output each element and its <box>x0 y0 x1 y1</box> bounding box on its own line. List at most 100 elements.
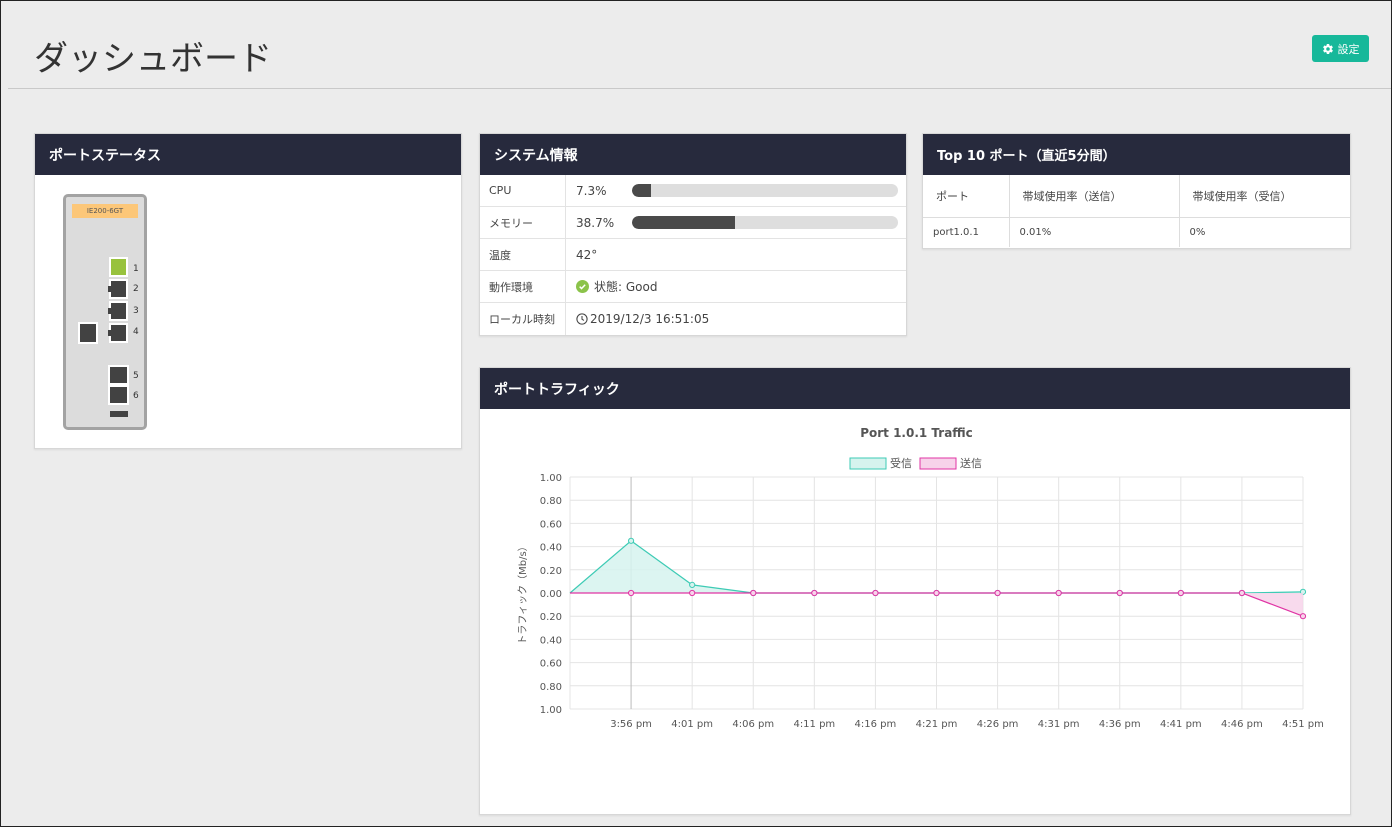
settings-button[interactable]: 設定 <box>1312 35 1369 62</box>
port-num-1: 1 <box>133 264 139 274</box>
data-point <box>811 589 818 597</box>
traffic-panel: ポートトラフィック Port 1.0.1 Traffic 受信 送信 1.00 0.80… <box>479 367 1351 815</box>
sys-row-env: 動作環境 状態: Good <box>480 271 906 303</box>
traffic-chart: Port 1.0.1 Traffic 受信 送信 1.00 0.80 0.60 0.40 0.… <box>517 426 1324 730</box>
port-1[interactable] <box>109 257 128 277</box>
port-6[interactable] <box>108 385 129 405</box>
sys-row-temp: 温度 42° <box>480 239 906 271</box>
y-tick-label: 0.20 <box>540 566 562 577</box>
port-4[interactable] <box>108 323 128 343</box>
y-tick-label: 0.60 <box>540 659 562 670</box>
y-tick-label: 1.00 <box>540 473 562 484</box>
port-5[interactable] <box>108 365 129 385</box>
sys-value: 7.3% <box>576 183 607 198</box>
sys-key: メモリー <box>480 207 566 238</box>
x-tick-label: 4:46 pm <box>1221 719 1263 730</box>
table-cell: 0.01% <box>1009 217 1180 247</box>
data-point <box>1116 589 1123 597</box>
chart-title: Port 1.0.1 Traffic <box>860 426 973 440</box>
data-point <box>750 589 757 597</box>
y-tick-label: 0.60 <box>540 519 562 530</box>
gear-icon <box>1322 43 1333 54</box>
x-tick-label: 4:26 pm <box>977 719 1019 730</box>
legend-label: 受信 <box>890 457 912 470</box>
data-point <box>689 589 696 597</box>
y-tick-label: 0.80 <box>540 496 562 507</box>
top-ports-table: ポート 帯域使用率（送信） 帯域使用率（受信） port1.0.1 0.01% … <box>923 175 1350 247</box>
port-status-panel: ポートステータス IE200-6GT 1 2 3 4 5 6 <box>34 133 462 449</box>
legend-swatch <box>919 457 957 470</box>
port-num-2: 2 <box>133 284 139 294</box>
x-tick-label: 4:06 pm <box>732 719 774 730</box>
data-point <box>1055 589 1062 597</box>
page-header: ダッシュボード 設定 <box>8 1 1391 89</box>
y-tick-label: 0.00 <box>540 589 562 600</box>
port-2[interactable] <box>108 279 128 299</box>
data-point <box>933 589 940 597</box>
sys-key: 温度 <box>480 239 566 270</box>
data-point <box>994 589 1001 597</box>
usb-port <box>110 411 128 417</box>
system-info-panel: システム情報 CPU 7.3% メモリー 38.7% 温度 42° 動作環境 状… <box>479 133 907 336</box>
x-tick-label: 4:31 pm <box>1038 719 1080 730</box>
column-header[interactable]: ポート <box>923 175 1010 218</box>
legend-swatch <box>849 457 887 470</box>
device-model-label: IE200-6GT <box>72 204 138 218</box>
sys-row-cpu: CPU 7.3% <box>480 175 906 207</box>
legend-label: 送信 <box>960 456 982 470</box>
check-circle-icon <box>576 280 589 293</box>
top-ports-title: Top 10 ポート（直近5分間） <box>923 134 1350 175</box>
switch-device: IE200-6GT 1 2 3 4 5 6 <box>63 194 147 430</box>
y-tick-label: 0.20 <box>540 612 562 623</box>
sys-value: 42° <box>576 247 598 262</box>
table-cell: 0% <box>1189 226 1206 238</box>
y-tick-label: 1.00 <box>540 705 562 716</box>
y-tick-label: 0.80 <box>540 682 562 693</box>
column-header[interactable]: 帯域使用率（送信） <box>1009 175 1180 218</box>
y-axis-label: トラフィック（Mb/s） <box>517 541 529 644</box>
data-point <box>872 589 879 597</box>
sys-row-time: ローカル時刻 2019/12/3 16:51:05 <box>480 303 906 335</box>
x-tick-label: 4:36 pm <box>1099 719 1141 730</box>
port-status-title: ポートステータス <box>35 134 461 175</box>
data-point <box>627 589 635 597</box>
x-tick-label: 4:51 pm <box>1282 719 1324 730</box>
data-point <box>1299 613 1307 620</box>
port-num-6: 6 <box>133 391 139 401</box>
settings-label: 設定 <box>1337 42 1360 56</box>
x-tick-label: 4:11 pm <box>793 719 835 730</box>
cpu-usage-bar <box>632 184 898 197</box>
y-tick-label: 0.40 <box>540 543 562 554</box>
memory-usage-bar <box>632 216 898 229</box>
data-point <box>627 537 635 544</box>
sys-value: 38.7% <box>576 215 615 230</box>
top-ports-panel: Top 10 ポート（直近5分間） ポート 帯域使用率（送信） 帯域使用率（受信… <box>922 133 1351 249</box>
table-row: port1.0.1 0.01% 0% <box>923 217 1350 247</box>
sys-key: 動作環境 <box>480 271 566 302</box>
data-point <box>1177 589 1184 597</box>
port-num-3: 3 <box>133 306 139 316</box>
console-port <box>78 322 98 344</box>
clock-icon <box>576 313 588 325</box>
cpu-usage-fill <box>632 184 652 197</box>
port-num-4: 4 <box>133 327 139 337</box>
page-title: ダッシュボード <box>34 39 272 79</box>
sys-value: 状態: Good <box>594 280 658 294</box>
column-header[interactable]: 帯域使用率（受信） <box>1179 175 1350 218</box>
sys-key: ローカル時刻 <box>480 303 566 335</box>
x-tick-label: 4:21 pm <box>916 719 958 730</box>
x-tick-label: 4:41 pm <box>1160 719 1202 730</box>
x-tick-label: 3:56 pm <box>610 719 652 730</box>
table-cell: port1.0.1 <box>923 217 1010 247</box>
system-info-title: システム情報 <box>480 134 906 175</box>
sys-key: CPU <box>480 175 566 206</box>
data-point <box>689 581 696 588</box>
sys-value: 2019/12/3 16:51:05 <box>590 312 710 326</box>
port-3[interactable] <box>108 301 128 321</box>
y-tick-label: 0.40 <box>540 635 562 646</box>
port-num-5: 5 <box>133 371 139 381</box>
traffic-title: ポートトラフィック <box>480 368 1350 409</box>
x-tick-label: 4:01 pm <box>671 719 713 730</box>
sys-row-memory: メモリー 38.7% <box>480 207 906 239</box>
x-tick-label: 4:16 pm <box>855 719 897 730</box>
